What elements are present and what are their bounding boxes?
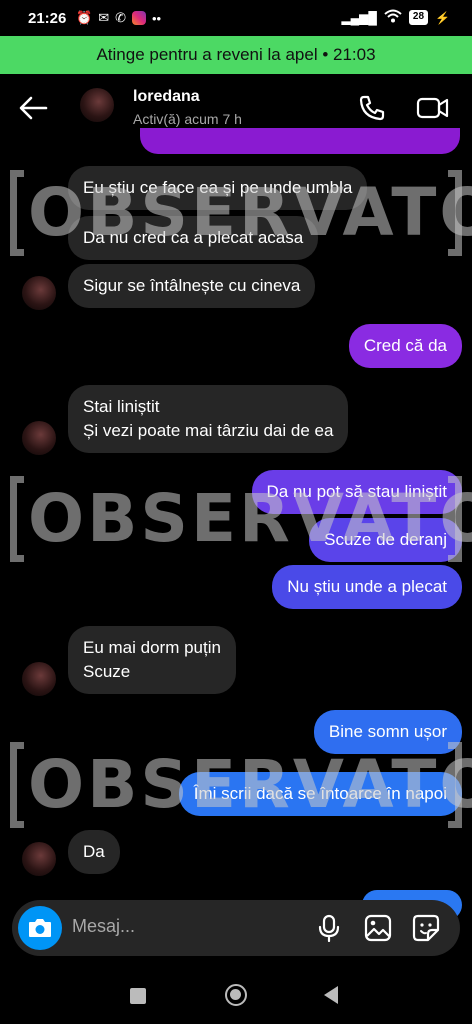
- watermark-bracket-right: [448, 170, 462, 256]
- back-arrow-icon: [19, 96, 48, 120]
- sender-avatar: [22, 842, 56, 876]
- sender-avatar: [22, 276, 56, 310]
- message-bubble-outgoing[interactable]: Nu știu unde a plecat: [272, 565, 462, 609]
- message-input[interactable]: [72, 916, 242, 937]
- back-button[interactable]: [18, 94, 48, 122]
- sticker-icon: [412, 914, 440, 942]
- camera-button[interactable]: [18, 906, 62, 950]
- status-time: 21:26: [28, 10, 67, 27]
- phone-icon: ✆: [115, 10, 126, 25]
- camera-icon: [29, 919, 51, 937]
- message-line: Și vezi poate mai târziu dai de ea: [83, 421, 334, 440]
- contact-activity-status: Activ(ă) acum 7 h: [133, 111, 242, 127]
- image-icon: [364, 914, 392, 942]
- voice-call-button[interactable]: [358, 94, 386, 122]
- message-bubble-incoming[interactable]: Eu mai dorm puțin Scuze: [68, 626, 236, 694]
- battery-indicator: 28: [408, 10, 429, 25]
- message-bubble-incoming[interactable]: Sigur se întâlnește cu cineva: [68, 264, 316, 308]
- alarm-icon: ⏰: [76, 10, 93, 25]
- instagram-icon: [132, 11, 146, 25]
- contact-name[interactable]: loredana: [133, 88, 200, 106]
- system-back-button[interactable]: [324, 986, 338, 1004]
- watermark-bracket-left: [10, 476, 24, 562]
- return-to-call-banner[interactable]: Atinge pentru a reveni la apel • 21:03: [0, 36, 472, 74]
- sender-avatar: [22, 421, 56, 455]
- message-bubble-outgoing[interactable]: Scuze de deranj: [309, 518, 462, 562]
- wifi-icon: [384, 9, 402, 26]
- notification-icons: ⏰ ✉ ✆ ••: [76, 10, 161, 26]
- message-line: Scuze: [83, 662, 131, 681]
- message-line: Eu mai dorm puțin: [83, 638, 221, 657]
- message-bubble-incoming[interactable]: Eu știu ce face ea și pe unde umbla: [68, 166, 368, 210]
- more-notifications-icon: ••: [152, 10, 162, 26]
- message-line: Stai liniștit: [83, 397, 160, 416]
- message-composer: [12, 900, 460, 956]
- recent-apps-button[interactable]: [130, 988, 146, 1004]
- signal-icon: ▂▄▆█: [341, 10, 377, 25]
- message-bubble-outgoing[interactable]: Bine somn ușor: [313, 710, 462, 754]
- system-icons: ▂▄▆█ 28 ⚡: [341, 9, 450, 26]
- message-bubble-incoming[interactable]: Da nu cred ca a plecat acasa: [68, 216, 319, 260]
- sticker-button[interactable]: [412, 914, 440, 942]
- video-camera-icon: [416, 97, 449, 119]
- contact-avatar[interactable]: [80, 88, 114, 122]
- sender-avatar: [22, 662, 56, 696]
- charging-icon: ⚡: [435, 10, 450, 25]
- watermark-bracket-left: [10, 742, 24, 828]
- message-bubble-outgoing[interactable]: Îmi scrii dacă se întoarce în napoi: [178, 772, 462, 816]
- watermark-bracket-left: [10, 170, 24, 256]
- home-button[interactable]: [225, 984, 247, 1006]
- phone-icon: [359, 95, 385, 121]
- video-call-button[interactable]: [416, 94, 450, 122]
- voice-message-button[interactable]: [316, 914, 342, 943]
- system-navigation-bar: [0, 964, 472, 1024]
- message-bubble-outgoing[interactable]: Cred că da: [348, 324, 462, 368]
- microphone-icon: [318, 914, 340, 943]
- gallery-button[interactable]: [364, 914, 392, 942]
- messenger-icon: ✉: [98, 10, 110, 25]
- message-bubble-incoming[interactable]: Da: [68, 830, 120, 874]
- message-bubble-incoming[interactable]: Stai liniștit Și vezi poate mai târziu d…: [68, 385, 349, 453]
- previous-message-bubble: [140, 128, 460, 154]
- status-bar: 21:26 ⏰ ✉ ✆ •• ▂▄▆█ 28 ⚡: [0, 0, 472, 36]
- message-bubble-outgoing[interactable]: Da nu pot să stau liniștit: [251, 470, 462, 514]
